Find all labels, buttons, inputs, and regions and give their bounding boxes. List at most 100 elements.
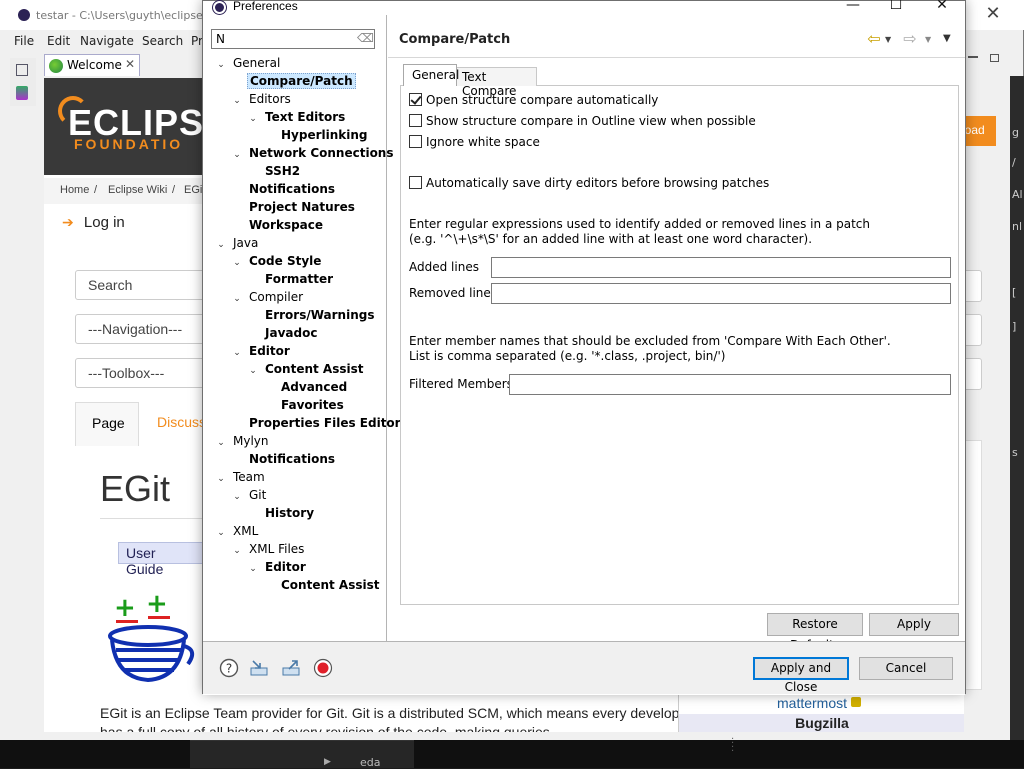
expand-toggle-icon[interactable]: ⌄ <box>231 93 243 109</box>
expand-toggle-icon[interactable]: ⌄ <box>231 489 243 505</box>
tree-item[interactable]: ⌄ Java <box>215 235 260 253</box>
expand-toggle-icon[interactable]: ⌄ <box>215 57 227 73</box>
tree-item[interactable]: ⌄ Mylyn <box>215 433 271 451</box>
expand-toggle-icon[interactable]: ⌄ <box>231 255 243 271</box>
menu-file[interactable]: File <box>14 34 34 48</box>
menu-navigate[interactable]: Navigate <box>80 34 134 48</box>
expand-toggle-icon[interactable]: ⌄ <box>231 345 243 361</box>
breadcrumb-egit[interactable]: EGi <box>184 184 202 196</box>
tree-item[interactable]: ⌄ Editors <box>231 91 293 109</box>
mattermost-link[interactable]: mattermost <box>777 695 847 711</box>
breadcrumb-home[interactable]: Home <box>60 184 89 196</box>
tab-discussion[interactable]: Discuss <box>157 414 206 430</box>
tree-item[interactable]: Content Assist <box>263 577 382 595</box>
removed-lines-input[interactable] <box>491 283 951 304</box>
expand-toggle-icon[interactable]: ⌄ <box>215 471 227 487</box>
cancel-button[interactable]: Cancel <box>859 657 953 680</box>
apply-and-close-button[interactable]: Apply and Close <box>753 657 849 694</box>
tab-general[interactable]: General <box>403 64 459 86</box>
record-icon[interactable] <box>313 658 333 678</box>
expand-toggle-icon[interactable]: ⌄ <box>215 237 227 253</box>
navigation-select[interactable]: ---Navigation--- <box>75 314 205 344</box>
clear-filter-icon[interactable]: ⌫ <box>357 31 374 47</box>
checkbox-box[interactable] <box>409 176 422 189</box>
close-tab-icon[interactable]: ✕ <box>125 57 135 71</box>
view-menu-icon[interactable]: ▼ <box>943 33 951 44</box>
editor-tab-welcome[interactable]: Welcome ✕ <box>44 54 140 76</box>
tree-item[interactable]: Workspace <box>231 217 325 235</box>
maximize-view-icon[interactable] <box>990 54 999 62</box>
tree-item[interactable]: ⌄ Editor <box>247 559 308 577</box>
show-outline-checkbox[interactable]: Show structure compare in Outline view w… <box>409 114 756 130</box>
tree-item[interactable]: Errors/Warnings <box>247 307 376 325</box>
user-guide-link[interactable]: User Guide <box>118 542 204 577</box>
expand-toggle-icon[interactable]: ⌄ <box>247 111 259 127</box>
expand-toggle-icon[interactable]: ⌄ <box>231 291 243 307</box>
back-arrow-icon[interactable]: ⇦ <box>865 31 883 49</box>
tree-item[interactable]: Formatter <box>247 271 335 289</box>
expand-toggle-icon[interactable]: ⌄ <box>247 363 259 379</box>
package-explorer-icon[interactable] <box>16 86 28 100</box>
tree-item[interactable]: ⌄ Team <box>215 469 267 487</box>
autosave-checkbox[interactable]: Automatically save dirty editors before … <box>409 176 769 192</box>
help-icon[interactable]: ? <box>219 658 239 678</box>
checkbox-box[interactable] <box>409 93 422 106</box>
tree-item[interactable]: ⌄ XML Files <box>231 541 306 559</box>
import-icon[interactable] <box>249 658 269 678</box>
toolbox-select[interactable]: ---Toolbox--- <box>75 358 205 388</box>
tree-item[interactable]: Properties Files Editor <box>231 415 403 433</box>
filtered-members-input[interactable] <box>509 374 951 395</box>
tree-item[interactable]: Notifications <box>231 451 337 469</box>
login-link[interactable]: ➔ Log in <box>62 214 125 231</box>
wiki-search-input[interactable]: Search <box>75 270 205 300</box>
expand-toggle-icon[interactable]: ⌄ <box>215 435 227 451</box>
checkbox-box[interactable] <box>409 135 422 148</box>
tree-item[interactable]: ⌄ Network Connections <box>231 145 396 163</box>
tree-item[interactable]: ⌄ Content Assist <box>247 361 366 379</box>
menu-edit[interactable]: Edit <box>47 34 70 48</box>
tree-item[interactable]: ⌄ Compiler <box>231 289 305 307</box>
minimize-view-icon[interactable] <box>968 56 978 58</box>
tab-text-compare[interactable]: Text Compare <box>457 67 537 98</box>
tree-item[interactable]: Advanced <box>263 379 349 397</box>
ignore-whitespace-checkbox[interactable]: Ignore white space <box>409 135 540 151</box>
tree-item[interactable]: Favorites <box>263 397 346 415</box>
forward-dropdown-icon[interactable]: ▼ <box>925 35 931 44</box>
tab-page[interactable]: Page <box>75 402 139 446</box>
close-icon[interactable]: ✕ <box>932 0 952 15</box>
tree-item[interactable]: ⌄ General <box>215 55 282 73</box>
tree-item[interactable]: ⌄ Text Editors <box>247 109 347 127</box>
minimize-icon[interactable]: — <box>843 0 863 15</box>
breadcrumb-wiki[interactable]: Eclipse Wiki <box>108 184 167 196</box>
tree-item[interactable]: Project Natures <box>231 199 357 217</box>
added-lines-input[interactable] <box>491 257 951 278</box>
tree-item[interactable]: ⌄ Editor <box>231 343 292 361</box>
tree-item[interactable]: Compare/Patch <box>231 73 356 91</box>
open-structure-checkbox[interactable]: Open structure compare automatically <box>409 93 658 109</box>
tree-item[interactable]: Javadoc <box>247 325 319 343</box>
expand-toggle-icon[interactable]: ⌄ <box>231 543 243 559</box>
search-button[interactable] <box>964 270 982 302</box>
restore-defaults-button[interactable]: Restore Defaults <box>767 613 863 652</box>
tree-item[interactable]: ⌄ Git <box>231 487 268 505</box>
tree-item[interactable]: Hyperlinking <box>263 127 370 145</box>
tree-item[interactable]: ⌄ XML <box>215 523 260 541</box>
expand-toggle-icon[interactable]: ⌄ <box>215 525 227 541</box>
tree-item[interactable]: Notifications <box>231 181 337 199</box>
filter-input[interactable]: N <box>211 29 375 49</box>
expand-toggle-icon[interactable]: ⌄ <box>247 561 259 577</box>
drag-handle-icon[interactable]: · · · · <box>731 735 734 757</box>
export-icon[interactable] <box>281 658 301 678</box>
checkbox-box[interactable] <box>409 114 422 127</box>
maximize-icon[interactable]: ☐ <box>886 0 906 15</box>
expand-toggle-icon[interactable]: ⌄ <box>231 147 243 163</box>
menu-search[interactable]: Search <box>142 34 183 48</box>
forward-arrow-icon[interactable]: ⇨ <box>901 31 919 49</box>
tree-item[interactable]: History <box>247 505 316 523</box>
apply-button[interactable]: Apply <box>869 613 959 636</box>
tree-item[interactable]: ⌄ Code Style <box>231 253 323 271</box>
ide-close-icon[interactable]: ✕ <box>984 4 1002 24</box>
restore-view-icon[interactable] <box>16 64 28 76</box>
back-dropdown-icon[interactable]: ▼ <box>885 35 891 44</box>
tree-item[interactable]: SSH2 <box>247 163 302 181</box>
